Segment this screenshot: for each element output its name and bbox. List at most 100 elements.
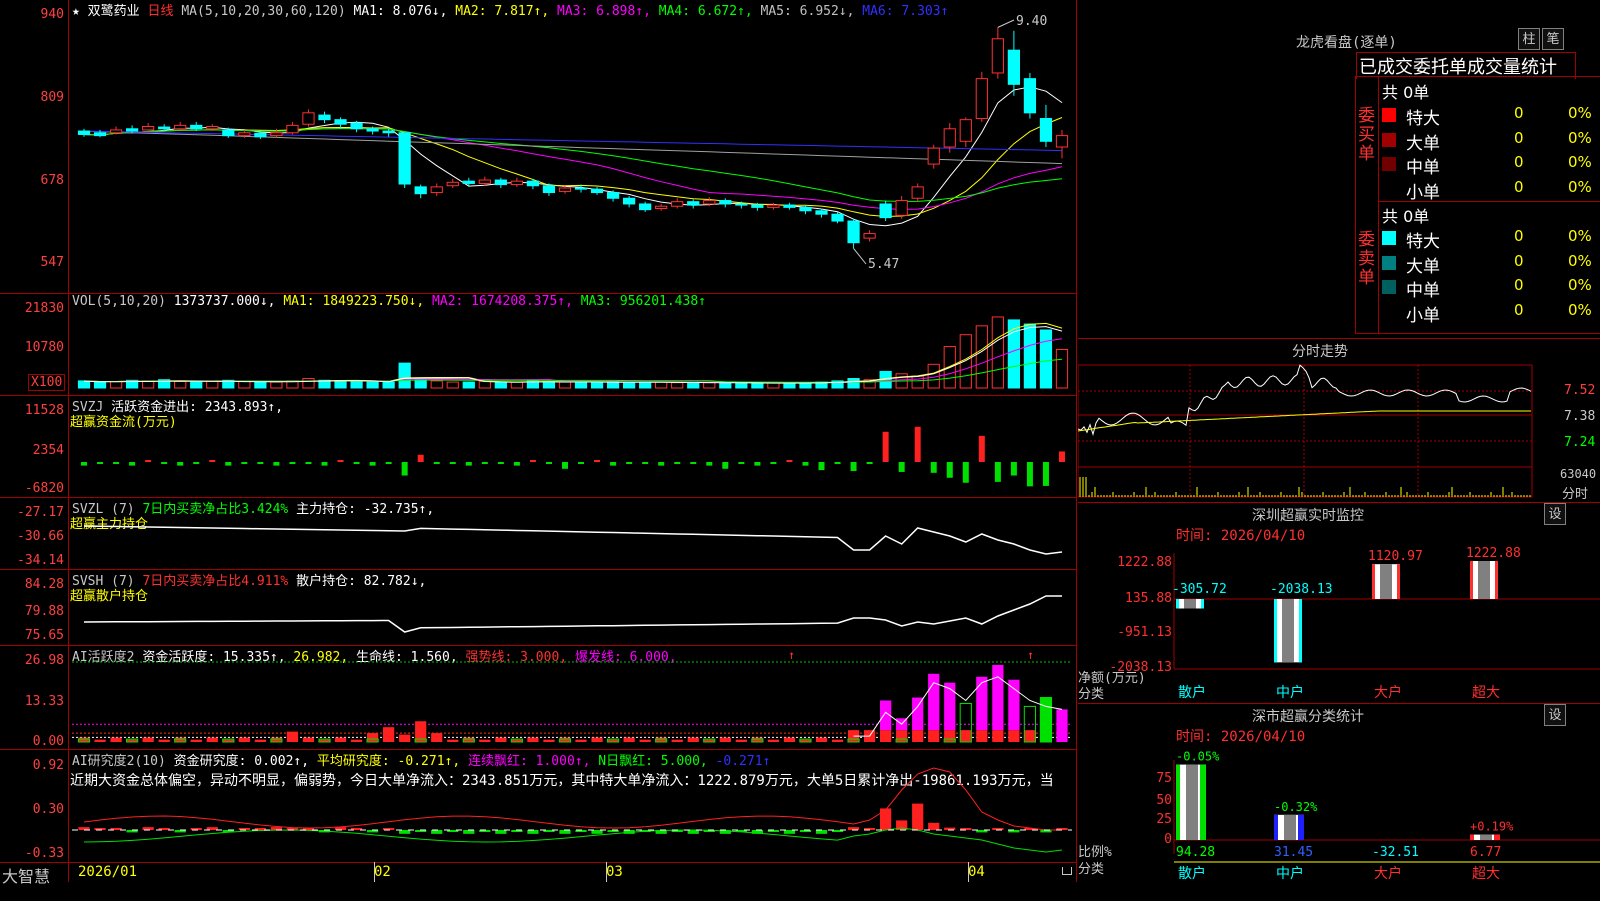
lock-icon[interactable] bbox=[1062, 867, 1072, 875]
activity-bar bbox=[976, 676, 988, 731]
activity-bar bbox=[880, 730, 892, 742]
sz-class-xlabel: 分类 bbox=[1078, 862, 1105, 877]
candle-body bbox=[382, 130, 395, 134]
order-count: 0 bbox=[1514, 104, 1524, 122]
activity-bar bbox=[334, 737, 347, 742]
activity-bar bbox=[190, 739, 202, 742]
fund-flow-bar bbox=[642, 462, 649, 464]
svzj-chart[interactable] bbox=[0, 396, 1077, 497]
bar-shade bbox=[1186, 764, 1198, 840]
candle-body bbox=[815, 210, 828, 215]
candle-body bbox=[350, 122, 363, 130]
pen-view-button[interactable]: 笔 bbox=[1542, 28, 1564, 50]
activity-bar bbox=[767, 739, 780, 742]
activity-bar bbox=[751, 737, 763, 742]
volume-bar bbox=[190, 381, 203, 389]
activity-bar bbox=[543, 739, 555, 742]
low-price-label: 5.47 bbox=[868, 257, 900, 272]
bar-edge bbox=[1176, 599, 1179, 609]
color-swatch bbox=[1382, 231, 1396, 245]
activity-bar bbox=[671, 739, 683, 742]
volume-bar bbox=[719, 382, 732, 389]
svzl-panel[interactable]: SVZL (7) 7日内买卖净占比3.424% 主力持仓: -32.735↑, … bbox=[0, 498, 1077, 570]
candle-body bbox=[831, 213, 844, 222]
bar-edge bbox=[1494, 834, 1500, 840]
ai-research-chart[interactable] bbox=[0, 750, 1077, 862]
candle-body bbox=[542, 185, 556, 194]
order-percent: 0% bbox=[1568, 276, 1592, 294]
activity-bar bbox=[655, 737, 667, 742]
candle-body bbox=[430, 186, 443, 194]
bar-edge bbox=[1176, 764, 1180, 840]
color-swatch bbox=[1382, 255, 1396, 270]
research-bar bbox=[928, 822, 940, 830]
research-bar bbox=[591, 830, 603, 834]
bar-edge bbox=[1201, 599, 1204, 609]
activity-bar bbox=[174, 737, 186, 742]
volume-bar bbox=[430, 380, 443, 389]
ai-research-panel[interactable]: AI研究度2(10) 资金研究度: 0.002↑, 平均研究度: -0.271↑… bbox=[0, 750, 1077, 862]
svzj-panel[interactable]: SVZJ 活跃资金进出: 2343.893↑, 超赢资金流(万元) 11528 … bbox=[0, 396, 1077, 498]
fund-flow-bar bbox=[930, 462, 937, 473]
fund-flow-bar bbox=[289, 462, 296, 464]
fund-flow-bar bbox=[978, 435, 985, 462]
candle-body bbox=[719, 200, 732, 205]
fund-flow-bar bbox=[305, 462, 312, 464]
candle-body bbox=[767, 204, 780, 208]
sz-class-ytick: 25 bbox=[1156, 812, 1172, 827]
month-divider bbox=[968, 862, 969, 882]
research-bar bbox=[687, 830, 699, 834]
ai-active-panel[interactable]: AI活跃度2 资金活跃度: 15.335↑, 26.982, 生命线: 1.56… bbox=[0, 646, 1077, 750]
volume-bar bbox=[751, 382, 764, 389]
volume-bar bbox=[1055, 349, 1069, 389]
volume-chart[interactable] bbox=[0, 294, 1077, 395]
price-panel[interactable]: ★ 双鹭药业 日线 MA(5,10,20,30,60,120) MA1: 8.0… bbox=[0, 0, 1077, 294]
candle-body bbox=[879, 203, 892, 219]
fund-flow-bar bbox=[545, 462, 552, 464]
activity-bar bbox=[238, 737, 250, 742]
svzl-chart[interactable] bbox=[0, 498, 1077, 569]
intraday-ytick: 7.24 bbox=[1564, 435, 1596, 450]
volume-panel[interactable]: VOL(5,10,20) 1373737.000↓, MA1: 1849223.… bbox=[0, 294, 1077, 396]
research-bar bbox=[912, 803, 924, 830]
fund-flow-bar bbox=[834, 462, 841, 464]
color-swatch bbox=[1382, 182, 1396, 196]
activity-bar bbox=[1008, 730, 1020, 742]
volume-bar bbox=[93, 381, 107, 389]
sz-monitor-panel[interactable]: 深圳超赢实时监控 设 时间: 2026/04/10 -305.72 散户 -2038… bbox=[1078, 502, 1600, 703]
ai-active-chart[interactable]: ↑ ↑ bbox=[0, 646, 1077, 749]
intraday-panel[interactable]: 分时走势 7.52 7.38 7.24 63040 分时 bbox=[1078, 338, 1600, 503]
activity-bar bbox=[78, 737, 90, 742]
x-axis: 大智慧 2026/01 02 03 04 bbox=[0, 862, 1077, 886]
candle-body bbox=[1007, 49, 1020, 85]
research-bar bbox=[495, 830, 507, 834]
intraday-chart[interactable] bbox=[1078, 339, 1600, 503]
research-bar bbox=[815, 830, 828, 834]
volume-bar bbox=[270, 381, 283, 389]
candle-body bbox=[863, 233, 876, 239]
candle-body bbox=[494, 179, 507, 186]
sz-class-panel[interactable]: 深市超赢分类统计 设 时间: 2026/04/10 -0.05% -0.32% +0… bbox=[1078, 703, 1600, 901]
order-type-label: 小单 bbox=[1406, 182, 1440, 203]
candle-body bbox=[77, 130, 91, 135]
stats-tab[interactable]: 已成交委托单成交量统计 bbox=[1356, 52, 1576, 79]
candlestick-chart[interactable] bbox=[0, 0, 1077, 293]
candle-body bbox=[895, 200, 908, 216]
kline-area[interactable]: ★ 双鹭药业 日线 MA(5,10,20,30,60,120) MA1: 8.0… bbox=[0, 0, 1077, 886]
fund-flow-bar bbox=[914, 426, 921, 462]
fund-flow-bar bbox=[177, 462, 184, 466]
activity-bar bbox=[896, 730, 908, 742]
svsh-panel[interactable]: SVSH (7) 7日内买卖净占比4.911% 散户持仓: 82.782↓, 超… bbox=[0, 570, 1077, 646]
order-row: 大单 0 0% bbox=[1382, 129, 1600, 154]
candle-body bbox=[302, 112, 315, 125]
sz-monitor-ytick: 135.88 bbox=[1125, 591, 1172, 606]
svsh-chart[interactable] bbox=[0, 570, 1077, 645]
bar-view-button[interactable]: 柱 bbox=[1518, 28, 1540, 50]
volume-bar bbox=[975, 325, 988, 389]
activity-bar bbox=[142, 737, 154, 742]
order-count: 0 bbox=[1514, 300, 1524, 319]
volume-ma-line bbox=[83, 326, 1063, 384]
fund-flow-bar bbox=[658, 462, 665, 466]
candle-body bbox=[671, 201, 684, 207]
fund-flow-bar bbox=[818, 462, 825, 471]
